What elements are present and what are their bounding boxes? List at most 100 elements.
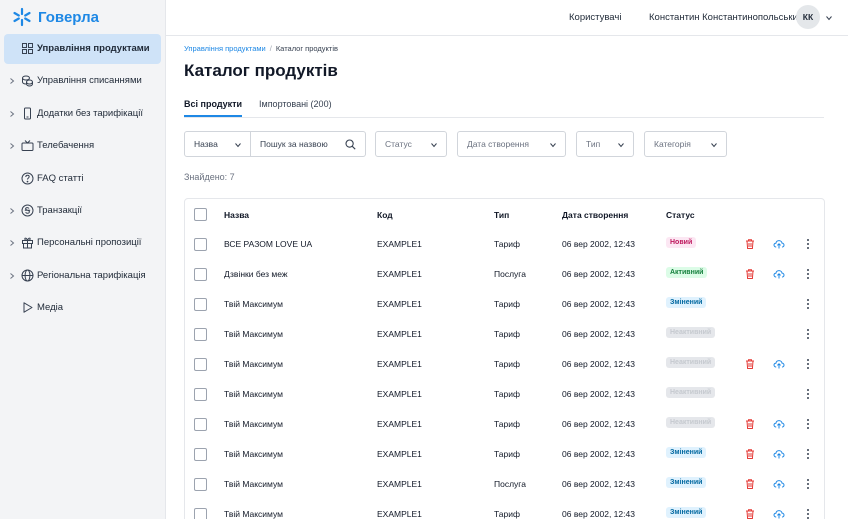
sidebar-item-faq[interactable]: FAQ статті (4, 164, 161, 194)
row-checkbox[interactable] (194, 448, 207, 461)
delete-icon[interactable] (744, 268, 756, 280)
breadcrumb-parent-link[interactable]: Управління продуктами (184, 44, 266, 53)
sidebar-item-apps[interactable]: Додатки без тарифікації (4, 99, 161, 129)
cloud-upload-icon[interactable] (773, 418, 785, 430)
sidebar-item-tv[interactable]: Телебачення (4, 131, 161, 161)
delete-icon[interactable] (744, 358, 756, 370)
more-vertical-icon[interactable] (803, 238, 813, 250)
row-checkbox[interactable] (194, 298, 207, 311)
table-row[interactable]: Твій Максимум EXAMPLE1 Тариф 06 вер 2002, 1… (185, 409, 824, 439)
chevron-right-icon[interactable] (8, 207, 16, 215)
table-row[interactable]: Твій Максимум EXAMPLE1 Тариф 06 вер 2002, 1… (185, 499, 824, 519)
search-input[interactable]: Пошук за назвою (251, 131, 366, 157)
users-link[interactable]: Користувачі (569, 12, 621, 23)
more-vertical-icon[interactable] (803, 298, 813, 310)
column-header-created[interactable]: Дата створення (562, 210, 628, 220)
column-header-name[interactable]: Назва (224, 210, 249, 220)
chevron-right-icon[interactable] (8, 110, 16, 118)
row-checkbox[interactable] (194, 268, 207, 281)
table-row[interactable]: Твій Максимум EXAMPLE1 Тариф 06 вер 2002, 1… (185, 319, 824, 349)
cell-name[interactable]: Твій Максимум (224, 359, 283, 369)
delete-icon[interactable] (744, 418, 756, 430)
table-row[interactable]: Дзвінки без меж EXAMPLE1 Послуга 06 вер 200… (185, 259, 824, 289)
cell-created: 06 вер 2002, 12:43 (562, 239, 635, 249)
cell-name[interactable]: Твій Максимум (224, 389, 283, 399)
cell-name[interactable]: Твій Максимум (224, 419, 283, 429)
delete-icon[interactable] (744, 508, 756, 519)
sidebar-item-media[interactable]: Медіа (4, 293, 161, 323)
chevron-right-icon[interactable] (8, 77, 16, 85)
created-date-filter[interactable]: Дата створення (457, 131, 566, 157)
more-vertical-icon[interactable] (803, 508, 813, 519)
more-vertical-icon[interactable] (803, 358, 813, 370)
chevron-down-icon (711, 143, 717, 148)
more-vertical-icon[interactable] (803, 478, 813, 490)
results-count: Знайдено: 7 (184, 172, 235, 182)
cell-name[interactable]: Твій Максимум (224, 479, 283, 489)
cloud-upload-icon[interactable] (773, 238, 785, 250)
row-checkbox[interactable] (194, 388, 207, 401)
cell-name[interactable]: ВСЕ РАЗОМ LOVE UA (224, 239, 312, 249)
delete-icon[interactable] (744, 238, 756, 250)
type-filter-label: Тип (586, 139, 601, 149)
cell-name[interactable]: Твій Максимум (224, 329, 283, 339)
row-checkbox[interactable] (194, 358, 207, 371)
row-checkbox[interactable] (194, 418, 207, 431)
table-row[interactable]: Твій Максимум EXAMPLE1 Тариф 06 вер 2002, 1… (185, 349, 824, 379)
cell-created: 06 вер 2002, 12:43 (562, 449, 635, 459)
cell-name[interactable]: Дзвінки без меж (224, 269, 288, 279)
column-header-code[interactable]: Код (377, 210, 393, 220)
type-filter[interactable]: Тип (576, 131, 634, 157)
sidebar-item-label: Додатки без тарифікації (37, 107, 143, 119)
cloud-upload-icon[interactable] (773, 358, 785, 370)
row-checkbox[interactable] (194, 478, 207, 491)
cloud-upload-icon[interactable] (773, 508, 785, 519)
select-all-checkbox[interactable] (194, 208, 207, 221)
chevron-right-icon[interactable] (8, 272, 16, 280)
more-vertical-icon[interactable] (803, 418, 813, 430)
sidebar-item-label: Персональні пропозиції (37, 237, 142, 249)
more-vertical-icon[interactable] (803, 448, 813, 460)
cloud-upload-icon[interactable] (773, 448, 785, 460)
row-checkbox[interactable] (194, 328, 207, 341)
sidebar: Говерла Управління продуктами Управління… (0, 0, 166, 519)
row-checkbox[interactable] (194, 508, 207, 519)
cell-name[interactable]: Твій Максимум (224, 509, 283, 519)
tab-imported[interactable]: Імпортовані (200) (259, 99, 332, 117)
sidebar-item-offers[interactable]: Персональні пропозиції (4, 228, 161, 258)
search-field-select[interactable]: Назва (184, 131, 251, 157)
user-name[interactable]: Константин Константинопольський (649, 12, 803, 23)
table-row[interactable]: Твій Максимум EXAMPLE1 Тариф 06 вер 2002, 1… (185, 379, 824, 409)
cell-type: Тариф (494, 419, 521, 429)
table-row[interactable]: Твій Максимум EXAMPLE1 Тариф 06 вер 2002, 1… (185, 439, 824, 469)
sidebar-item-regional[interactable]: Регіональна тарифікація (4, 261, 161, 291)
chevron-down-icon (431, 143, 437, 148)
avatar[interactable]: КК (796, 5, 820, 29)
cloud-upload-icon[interactable] (773, 268, 785, 280)
sidebar-item-product-management[interactable]: Управління продуктами (4, 34, 161, 64)
column-header-status[interactable]: Статус (666, 210, 695, 220)
chevron-right-icon[interactable] (8, 239, 16, 247)
more-vertical-icon[interactable] (803, 328, 813, 340)
cell-name[interactable]: Твій Максимум (224, 299, 283, 309)
category-filter[interactable]: Категорія (644, 131, 727, 157)
cell-name[interactable]: Твій Максимум (224, 449, 283, 459)
row-checkbox[interactable] (194, 238, 207, 251)
column-header-type[interactable]: Тип (494, 210, 509, 220)
logo[interactable]: Говерла (0, 0, 165, 34)
tab-all-products[interactable]: Всі продукти (184, 99, 243, 117)
status-filter[interactable]: Статус (375, 131, 447, 157)
more-vertical-icon[interactable] (803, 388, 813, 400)
delete-icon[interactable] (744, 478, 756, 490)
table-row[interactable]: ВСЕ РАЗОМ LOVE UA EXAMPLE1 Тариф 06 вер 200… (185, 229, 824, 259)
chevron-right-icon[interactable] (8, 142, 16, 150)
chevron-down-icon[interactable] (825, 14, 833, 22)
sidebar-item-transactions[interactable]: Транзакції (4, 196, 161, 226)
table-row[interactable]: Твій Максимум EXAMPLE1 Тариф 06 вер 2002, 1… (185, 289, 824, 319)
sidebar-item-writeoffs[interactable]: Управління списаннями (4, 66, 161, 96)
delete-icon[interactable] (744, 448, 756, 460)
table-row[interactable]: Твій Максимум EXAMPLE1 Послуга 06 вер 2002,… (185, 469, 824, 499)
cloud-upload-icon[interactable] (773, 478, 785, 490)
search-icon[interactable] (345, 139, 356, 150)
more-vertical-icon[interactable] (803, 268, 813, 280)
